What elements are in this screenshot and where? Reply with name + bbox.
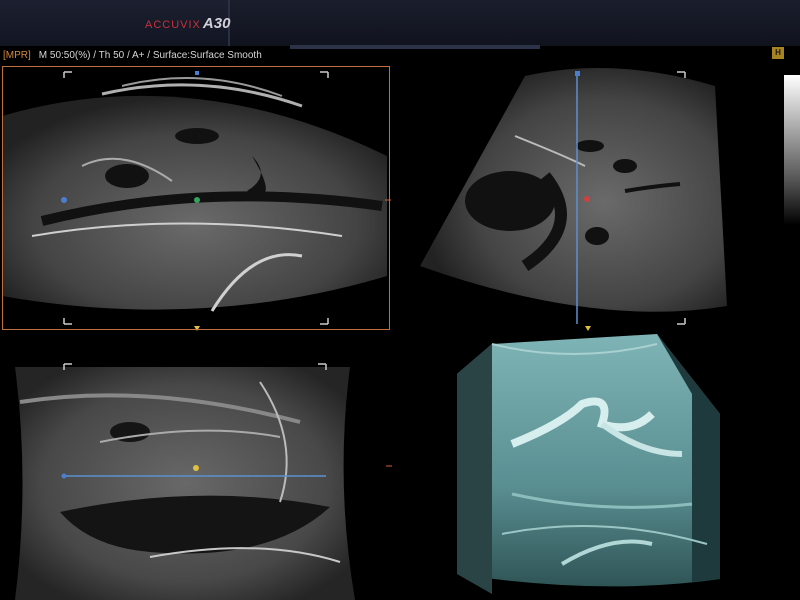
surface-render-view[interactable] bbox=[452, 334, 722, 600]
params-label: M 50:50(%) / Th 50 / A+ / Surface:Surfac… bbox=[38, 50, 262, 61]
status-bar: [MPR] M 50:50(%) / Th 50 / A+ / Surface:S… bbox=[3, 50, 262, 61]
mpr-view-a[interactable] bbox=[2, 66, 392, 331]
gray-scale-bar bbox=[784, 75, 800, 225]
mpr-view-b[interactable] bbox=[415, 66, 735, 331]
red-marker[interactable] bbox=[584, 196, 590, 202]
h-badge[interactable]: H bbox=[772, 47, 784, 59]
mpr-view-c[interactable] bbox=[0, 362, 400, 600]
yellow-marker[interactable] bbox=[193, 465, 199, 471]
logo-panel: ACCUVIX A30 bbox=[0, 0, 230, 46]
green-marker[interactable] bbox=[194, 197, 200, 203]
mode-label: [MPR] bbox=[3, 50, 31, 61]
blue-marker[interactable] bbox=[61, 197, 67, 203]
top-divider bbox=[290, 45, 540, 49]
brand-logo: ACCUVIX A30 bbox=[145, 15, 231, 32]
